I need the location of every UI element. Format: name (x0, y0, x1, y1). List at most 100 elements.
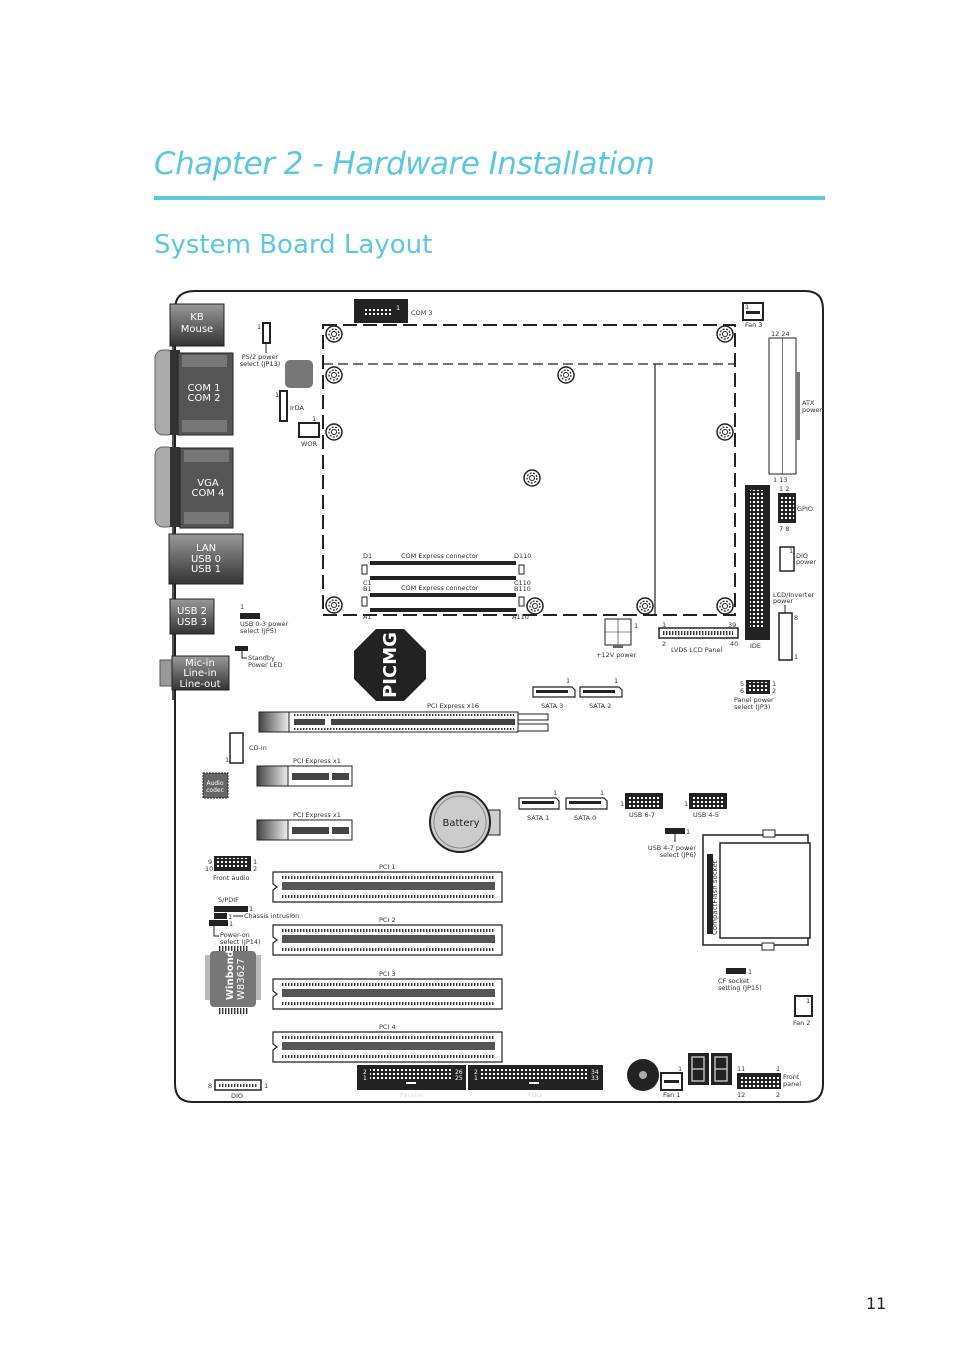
labels-cd-in-text: CD-in (249, 744, 267, 752)
usb45-header: 1 USB 4-5 (684, 793, 727, 819)
labels-gpio-bottom-text: 7 8 (779, 525, 789, 533)
cf-socket-jumper: 1 CF socket setting (JP15) (718, 968, 762, 992)
labels-ide-text: IDE (750, 642, 761, 650)
pci-slot-4: PCI 4 (272, 1023, 503, 1063)
chassis-intrusion-header: 1 Chassis intrusion (214, 912, 299, 921)
parallel-port-header: 2 1 26 25 Parallel (357, 1065, 466, 1099)
labels-pin-one-text: 1 (678, 1065, 682, 1073)
labels-pcie-x16-text: PCI Express x16 (427, 702, 479, 710)
labels-panel-power-1-text: select (JP3) (734, 703, 770, 711)
labels-pin-one-text: 1 (620, 800, 624, 808)
standby-power-led: Standby Power LED (235, 646, 282, 669)
labels-chassis-text: Chassis intrusion (244, 912, 299, 920)
front-panel-header: 11 1 Front panel 12 2 (737, 1065, 801, 1099)
labels-pin-one-text: 1 (614, 677, 618, 685)
pci-slot-2: PCI 2 (272, 916, 503, 956)
com-express-connectors: D1 COM Express connector D110 C1 C110 B1… (361, 552, 531, 621)
pcie-x1-slot-1: PCI Express x1 (256, 757, 353, 787)
chipset-chip (285, 360, 313, 388)
labels-battery-text: Battery (442, 818, 479, 829)
labels-pin-one-text: 1 (634, 622, 638, 630)
labels-usb45-text: USB 4-5 (693, 811, 719, 819)
labels-pins-a110-text: A110 (512, 613, 529, 621)
labels-irda-text: IrDA (290, 404, 304, 412)
labels-fan3-text: Fan 3 (745, 321, 762, 329)
labels-pins-b1-text: B1 (363, 585, 372, 593)
fan1-header: 1 Fan 1 (660, 1065, 683, 1099)
labels-pin-eight-text: 8 (794, 614, 798, 622)
labels-pins-a1-text: A1 (363, 613, 372, 621)
labels-pins-b110-text: B110 (514, 585, 531, 593)
ide-connector: IDE (745, 485, 770, 650)
labels-fdd-pins-p33-text: 33 (591, 1075, 599, 1082)
labels-pin-one-text: 1 (553, 789, 557, 797)
com3-header: 1 COM 3 (354, 299, 432, 323)
seven-segment-display (688, 1053, 732, 1085)
battery: Battery (429, 791, 501, 853)
irda-header: 1 IrDA (275, 390, 304, 422)
front-audio-header: 9 10 1 2 Front audio (205, 856, 257, 882)
labels-dio-power-1-text: power (796, 558, 816, 566)
labels-pin-one-text: 1 (566, 677, 570, 685)
pci-slot-3: PCI 3 (272, 970, 503, 1010)
labels-fan2-text: Fan 2 (793, 1019, 810, 1027)
labels-pci2-text: PCI 2 (379, 916, 396, 924)
rear-io-panel: KB Mouse COM 1 COM 2 VGA COM 4 LAN USB 0… (154, 303, 244, 700)
pcie-x1-slot-2: PCI Express x1 (256, 811, 353, 841)
labels-usb67-text: USB 6-7 (629, 811, 655, 819)
rear-io-com12-1-text: COM 2 (187, 393, 220, 404)
labels-fp-pins-p11-text: 11 (737, 1065, 745, 1073)
fan2-header: 1 Fan 2 (793, 995, 813, 1027)
cd-in-header: CD-in 1 (225, 732, 267, 764)
labels-usb47-power-1-text: select (JP6) (660, 851, 696, 859)
labels-pin-one-text: 1 (600, 789, 604, 797)
gpio-header: 1 2 GPIO 7 8 (778, 485, 813, 533)
labels-pin-eight-text: 8 (208, 1082, 212, 1090)
labels-pci1-text: PCI 1 (379, 863, 396, 871)
labels-com-express-1-text: COM Express connector (401, 552, 479, 560)
labels-gpio-top-text: 1 2 (779, 485, 789, 493)
rear-io-usb23-1-text: USB 3 (177, 617, 207, 628)
power-on-select-jumper: 1 Power-on select (JP14) (209, 920, 261, 946)
labels-atx-power-1-text: power (802, 406, 822, 414)
labels-parallel-pins-p25-text: 25 (455, 1075, 463, 1082)
labels-winbond-1-text: W83627 (236, 958, 247, 1000)
labels-picmg-text: PICMG (380, 632, 401, 698)
labels-com3-pin-text: 1 (396, 304, 400, 312)
labels-com-express-2-text: COM Express connector (401, 584, 479, 592)
labels-pin-one-text: 1 (789, 547, 793, 555)
picmg-logo: PICMG (354, 629, 426, 701)
labels-pin-two-text: 2 (772, 687, 776, 695)
labels-atx-bottom-text: 1 13 (773, 476, 787, 484)
pcie-x16-slot: PCI Express x16 (258, 702, 549, 733)
atx-power-connector: 12 24 ATX power 1 13 (768, 330, 822, 484)
labels-pin-one-text: 1 (225, 756, 229, 764)
usb03-power-jumper: 1 USB 0-3 power select (JP5) (240, 603, 289, 635)
lvds-lcd-panel-connector: 1 39 2 LVDS LCD Panel 40 (658, 621, 739, 654)
rear-io-usb23-0-text: USB 2 (177, 606, 207, 617)
labels-fdd-pins-p1-text: 1 (474, 1075, 478, 1082)
labels-pin-six-text: 6 (740, 687, 744, 695)
labels-plus12v-text: +12V power (596, 651, 637, 659)
labels-pins-d1-text: D1 (363, 552, 372, 560)
labels-pin-one-text: 1 (312, 415, 316, 423)
dio-header: 8 1 DIO (208, 1079, 268, 1100)
sata0-connector: 1 SATA 0 (565, 789, 608, 822)
labels-pin-one-text: 1 (794, 653, 798, 661)
labels-lcd-inverter-1-text: power (773, 597, 793, 605)
labels-pin-one-text: 1 (745, 303, 749, 311)
labels-wor-text: WOR (301, 440, 318, 448)
rear-io-lan-usb-0-text: LAN (196, 543, 216, 554)
usb67-header: 1 USB 6-7 (620, 793, 663, 819)
rear-io-audio-2-text: Line-out (179, 679, 220, 690)
labels-ps2-power-1-text: select (JP13) (240, 360, 281, 368)
rear-io-audio-1-text: Line-in (183, 668, 217, 679)
labels-pin-one-text: 1 (264, 1082, 268, 1090)
winbond-superio-chip: Winbond W83627 (205, 946, 261, 1014)
labels-fp-pins-p2-text: 2 (776, 1091, 780, 1099)
labels-fan1-text: Fan 1 (663, 1091, 680, 1099)
sata2-connector: 1 SATA 2 (579, 677, 623, 710)
labels-pin-one-text: 1 (748, 968, 752, 976)
compactflash-socket: CompactFlash socket (702, 829, 811, 951)
sata1-connector: 1 SATA 1 (518, 789, 560, 822)
